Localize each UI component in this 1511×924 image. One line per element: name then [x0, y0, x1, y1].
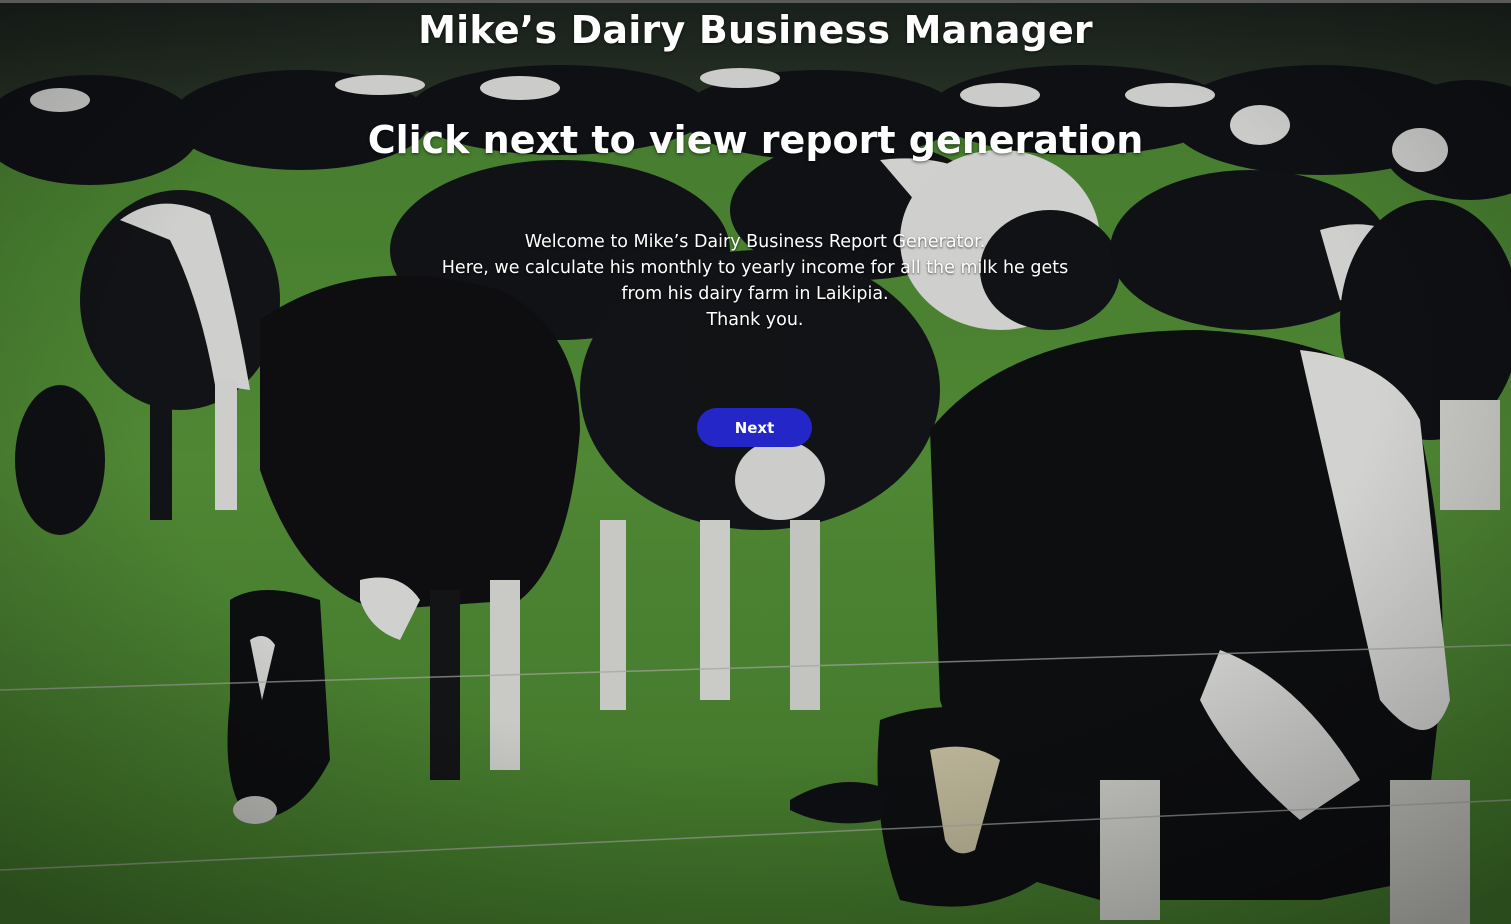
- welcome-message: Welcome to Mike’s Dairy Business Report …: [405, 229, 1105, 333]
- welcome-line: Thank you.: [706, 310, 804, 330]
- welcome-line: Here, we calculate his monthly to yearly…: [441, 258, 1069, 278]
- next-button[interactable]: Next: [697, 408, 812, 447]
- page-subtitle: Click next to view report generation: [367, 118, 1144, 162]
- page-title: Mike’s Dairy Business Manager: [418, 8, 1093, 52]
- welcome-line: Welcome to Mike’s Dairy Business Report …: [524, 232, 986, 252]
- page: Mike’s Dairy Business Manager Click next…: [0, 0, 1511, 924]
- welcome-line: from his dairy farm in Laikipia.: [621, 284, 889, 304]
- top-border: [0, 0, 1511, 3]
- content-overlay: Mike’s Dairy Business Manager Click next…: [0, 0, 1511, 924]
